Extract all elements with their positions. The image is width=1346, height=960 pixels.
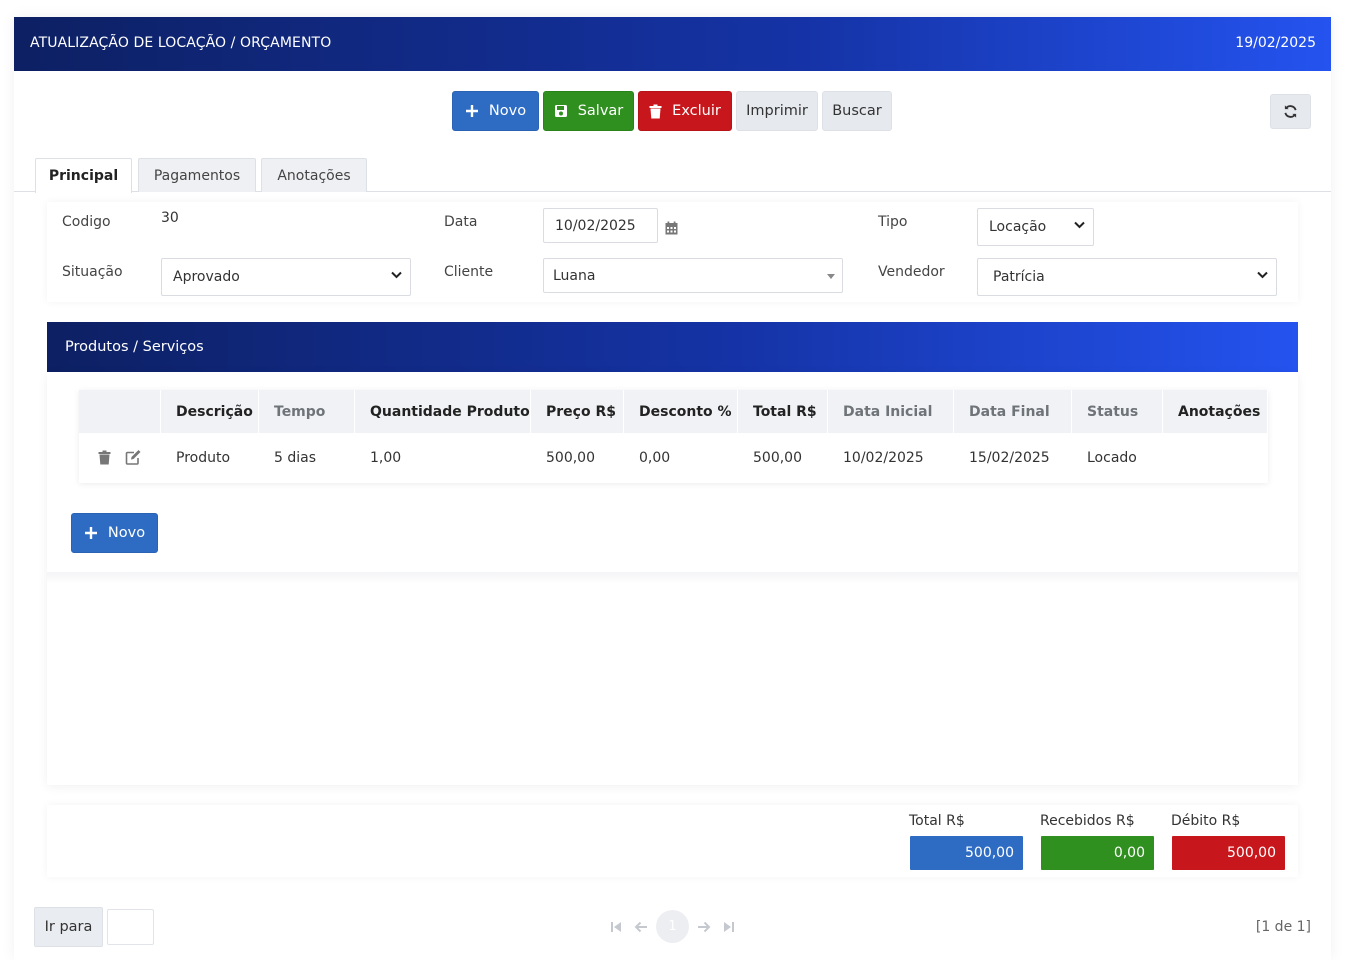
column-header-anotacoes[interactable]: Anotações bbox=[1163, 390, 1268, 433]
chevron-down-icon bbox=[1257, 271, 1268, 279]
first-page-icon[interactable] bbox=[610, 921, 622, 933]
plus-icon bbox=[465, 105, 478, 117]
column-header-desconto[interactable]: Desconto % bbox=[624, 390, 738, 433]
next-page-icon[interactable] bbox=[697, 921, 711, 933]
save-button[interactable]: Salvar bbox=[543, 91, 634, 131]
cell-anotacoes bbox=[1163, 433, 1268, 483]
cliente-combobox[interactable]: Luana bbox=[543, 258, 843, 293]
search-button-label: Buscar bbox=[832, 103, 882, 119]
header-date: 19/02/2025 bbox=[1235, 35, 1316, 51]
recebidos-label: Recebidos R$ bbox=[1040, 813, 1135, 829]
situacao-select[interactable]: Aprovado bbox=[161, 258, 411, 296]
vendedor-select[interactable]: Patrícia bbox=[977, 258, 1277, 296]
refresh-icon bbox=[1284, 105, 1297, 118]
cliente-combobox-value: Luana bbox=[553, 267, 596, 284]
pagination-bar: Ir para 1 [1 de 1] bbox=[14, 905, 1331, 950]
header-bar: ATUALIZAÇÃO DE LOCAÇÃO / ORÇAMENTO 19/02… bbox=[14, 17, 1331, 71]
goto-page-input[interactable] bbox=[107, 909, 154, 945]
cell-descricao: Produto bbox=[176, 450, 231, 466]
tipo-label: Tipo bbox=[878, 214, 908, 230]
column-header-tempo[interactable]: Tempo bbox=[259, 390, 355, 433]
goto-button[interactable]: Ir para bbox=[34, 907, 103, 947]
print-button[interactable]: Imprimir bbox=[736, 91, 818, 131]
situacao-select-value: Aprovado bbox=[173, 269, 240, 285]
column-header-data-inicial[interactable]: Data Inicial bbox=[828, 390, 954, 433]
cell-tempo: 5 dias bbox=[274, 450, 317, 466]
debito-value: 500,00 bbox=[1227, 845, 1276, 861]
cell-data-final: 15/02/2025 bbox=[969, 450, 1050, 466]
column-header-actions bbox=[79, 390, 161, 433]
page-container: ATUALIZAÇÃO DE LOCAÇÃO / ORÇAMENTO 19/02… bbox=[14, 17, 1331, 960]
tipo-select-value: Locação bbox=[989, 219, 1047, 235]
column-header-total[interactable]: Total R$ bbox=[738, 390, 828, 433]
column-header-quantidade[interactable]: Quantidade Produto bbox=[355, 390, 531, 433]
debito-value-box: 500,00 bbox=[1172, 836, 1285, 870]
codigo-value: 30 bbox=[161, 210, 179, 226]
print-button-label: Imprimir bbox=[746, 103, 808, 119]
data-field-value: 10/02/2025 bbox=[555, 217, 636, 234]
cell-desconto: 0,00 bbox=[639, 450, 671, 466]
products-section-title: Produtos / Serviços bbox=[65, 339, 204, 355]
situacao-label: Situação bbox=[62, 264, 123, 280]
cell-status: Locado bbox=[1087, 450, 1137, 466]
vendedor-label: Vendedor bbox=[878, 264, 945, 280]
section-divider bbox=[47, 572, 1298, 584]
cell-preco: 500,00 bbox=[546, 450, 595, 466]
recebidos-value: 0,00 bbox=[1113, 845, 1145, 861]
tab-bar: Principal Pagamentos Anotações bbox=[14, 158, 1331, 193]
debito-label: Débito R$ bbox=[1171, 813, 1241, 829]
vendedor-select-value: Patrícia bbox=[993, 269, 1045, 285]
total-value-box: 500,00 bbox=[910, 836, 1023, 870]
tab-principal[interactable]: Principal bbox=[35, 158, 132, 193]
totals-panel: Total R$ 500,00 Recebidos R$ 0,00 Débito… bbox=[47, 805, 1298, 877]
delete-row-icon[interactable] bbox=[98, 450, 111, 465]
add-product-button[interactable]: Novo bbox=[71, 513, 158, 553]
cell-quantidade: 1,00 bbox=[370, 450, 402, 466]
total-value: 500,00 bbox=[965, 845, 1014, 861]
prev-page-icon[interactable] bbox=[634, 921, 648, 933]
chevron-down-icon bbox=[1074, 221, 1085, 229]
save-icon bbox=[554, 105, 567, 117]
main-form: Codigo 30 Data 10/02/2025 Tipo Locação S… bbox=[47, 202, 1298, 302]
cell-data-inicial: 10/02/2025 bbox=[843, 450, 924, 466]
column-header-preco[interactable]: Preço R$ bbox=[531, 390, 624, 433]
goto-button-label: Ir para bbox=[44, 919, 93, 935]
trash-icon bbox=[649, 104, 662, 118]
data-field[interactable]: 10/02/2025 bbox=[543, 208, 658, 243]
products-section-header: Produtos / Serviços bbox=[47, 322, 1298, 372]
codigo-label: Codigo bbox=[62, 214, 111, 230]
new-button-label: Novo bbox=[488, 103, 527, 119]
add-product-button-label: Novo bbox=[107, 525, 146, 541]
cliente-label: Cliente bbox=[444, 264, 494, 280]
column-header-descricao[interactable]: Descrição bbox=[161, 390, 259, 433]
page-title: ATUALIZAÇÃO DE LOCAÇÃO / ORÇAMENTO bbox=[30, 35, 332, 51]
tab-pagamentos[interactable]: Pagamentos bbox=[138, 158, 256, 192]
edit-row-icon[interactable] bbox=[125, 450, 141, 465]
column-header-data-final[interactable]: Data Final bbox=[954, 390, 1072, 433]
total-label: Total R$ bbox=[909, 813, 965, 829]
chevron-down-icon bbox=[391, 271, 402, 279]
tipo-select[interactable]: Locação bbox=[977, 208, 1094, 246]
calendar-icon[interactable] bbox=[665, 221, 678, 235]
recebidos-value-box: 0,00 bbox=[1041, 836, 1154, 870]
table-header-row: Descrição Tempo Quantidade Produto Preço… bbox=[79, 390, 1268, 433]
caret-down-icon bbox=[827, 274, 835, 279]
current-page-indicator[interactable]: 1 bbox=[656, 910, 689, 943]
data-label: Data bbox=[444, 214, 478, 230]
products-table: Descrição Tempo Quantidade Produto Preço… bbox=[79, 390, 1268, 483]
column-header-status[interactable]: Status bbox=[1072, 390, 1163, 433]
plus-icon bbox=[84, 527, 97, 539]
last-page-icon[interactable] bbox=[723, 921, 735, 933]
search-button[interactable]: Buscar bbox=[822, 91, 892, 131]
delete-button-label: Excluir bbox=[672, 103, 721, 119]
cell-total: 500,00 bbox=[753, 450, 802, 466]
table-row: Produto 5 dias 1,00 500,00 0,00 500,00 1… bbox=[79, 433, 1268, 483]
page-summary: [1 de 1] bbox=[1255, 919, 1311, 935]
tab-anotacoes[interactable]: Anotações bbox=[261, 158, 367, 192]
delete-button[interactable]: Excluir bbox=[638, 91, 732, 131]
refresh-button[interactable] bbox=[1270, 94, 1311, 129]
new-button[interactable]: Novo bbox=[452, 91, 539, 131]
save-button-label: Salvar bbox=[577, 103, 624, 119]
